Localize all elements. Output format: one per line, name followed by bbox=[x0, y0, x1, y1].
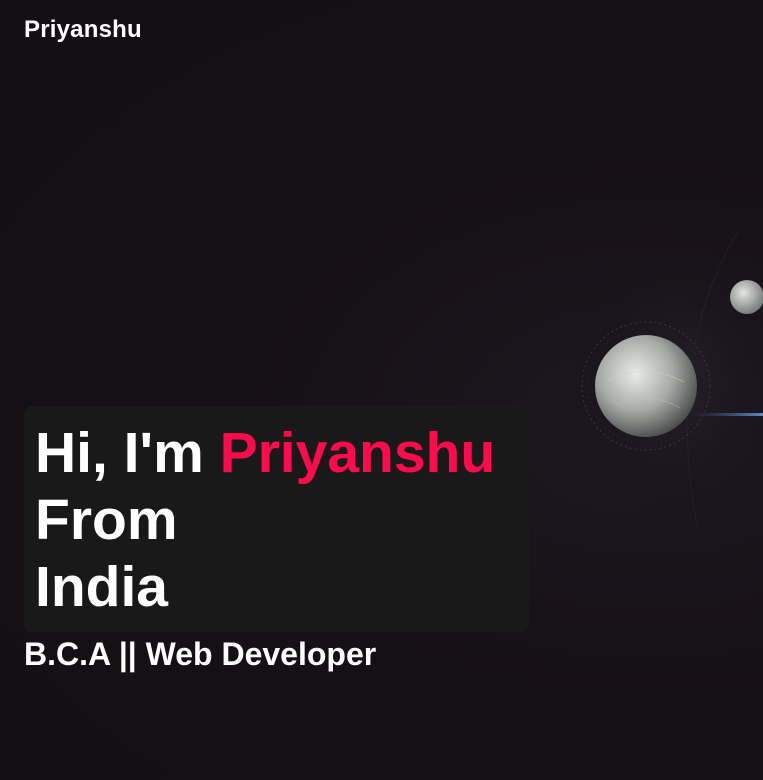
page: Priyanshu Hi, I'm Priyanshu From India B… bbox=[0, 0, 763, 780]
hero-heading-line-3: India bbox=[35, 555, 169, 619]
hero-subtitle: B.C.A || Web Developer bbox=[24, 636, 377, 672]
hero-card: Hi, I'm Priyanshu From India bbox=[24, 406, 529, 632]
brand-logo[interactable]: Priyanshu bbox=[24, 16, 142, 44]
planet-orbit-icon bbox=[570, 230, 763, 530]
hero-greeting: Hi, I'm bbox=[35, 421, 220, 485]
hero-heading-line-1: Hi, I'm Priyanshu bbox=[35, 420, 529, 487]
hero-name: Priyanshu bbox=[219, 421, 496, 485]
hero-heading-line-2: From bbox=[35, 488, 178, 552]
